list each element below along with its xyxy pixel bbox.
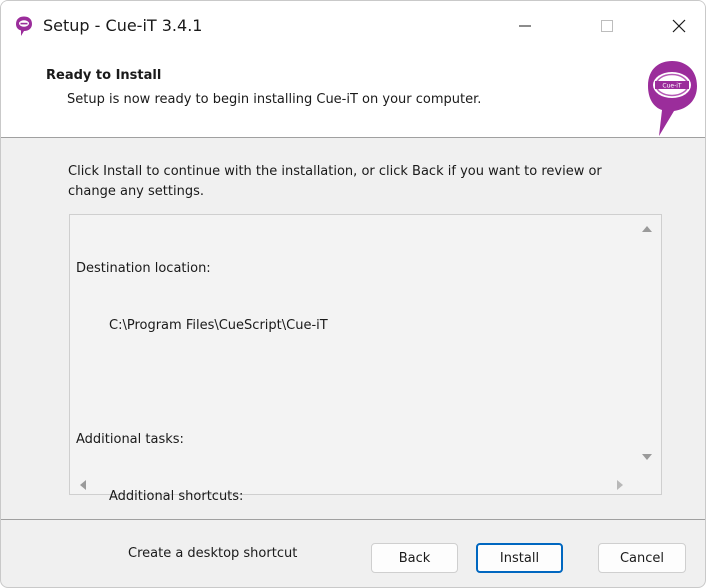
vertical-scrollbar[interactable] — [633, 215, 661, 476]
instruction-line-2: change any settings. — [68, 184, 204, 199]
cue-it-logo: Cue-iT — [648, 61, 697, 136]
install-summary-memo[interactable]: Destination location: C:\Program Files\C… — [69, 214, 662, 561]
scroll-right-icon[interactable] — [617, 480, 623, 490]
scroll-left-icon[interactable] — [80, 480, 86, 490]
shortcut-item: Create a desktop shortcut — [128, 546, 298, 561]
close-icon — [672, 19, 686, 32]
horizontal-scrollbar[interactable] — [70, 476, 635, 494]
minimize-button[interactable] — [495, 1, 555, 50]
tasks-heading: Additional tasks: — [76, 432, 184, 447]
page-title: Ready to Install — [46, 68, 162, 83]
setup-window: Setup - Cue-iT 3.4.1 Ready to Install Se… — [0, 0, 706, 588]
maximize-button[interactable] — [577, 1, 637, 50]
instruction-line-1: Click Install to continue with the insta… — [68, 164, 602, 179]
minimize-icon — [519, 25, 531, 26]
destination-path: C:\Program Files\CueScript\Cue-iT — [109, 318, 328, 333]
window-title: Setup - Cue-iT 3.4.1 — [43, 16, 203, 35]
scroll-up-icon[interactable] — [642, 226, 652, 232]
summary-text: Destination location: C:\Program Files\C… — [76, 221, 328, 587]
cancel-button[interactable]: Cancel — [598, 543, 686, 573]
back-button[interactable]: Back — [371, 543, 458, 573]
install-button[interactable]: Install — [476, 543, 563, 573]
logo-text: Cue-iT — [662, 83, 682, 90]
scroll-down-icon[interactable] — [642, 454, 652, 460]
instruction-text: Click Install to continue with the insta… — [68, 162, 658, 202]
title-bar[interactable]: Setup - Cue-iT 3.4.1 — [1, 1, 705, 50]
close-button[interactable] — [649, 1, 705, 50]
destination-heading: Destination location: — [76, 261, 211, 276]
wizard-header: Ready to Install Setup is now ready to b… — [1, 50, 705, 138]
maximize-icon — [601, 19, 613, 32]
app-icon — [16, 16, 32, 36]
page-subtitle: Setup is now ready to begin installing C… — [67, 92, 482, 107]
footer-divider — [1, 519, 705, 520]
